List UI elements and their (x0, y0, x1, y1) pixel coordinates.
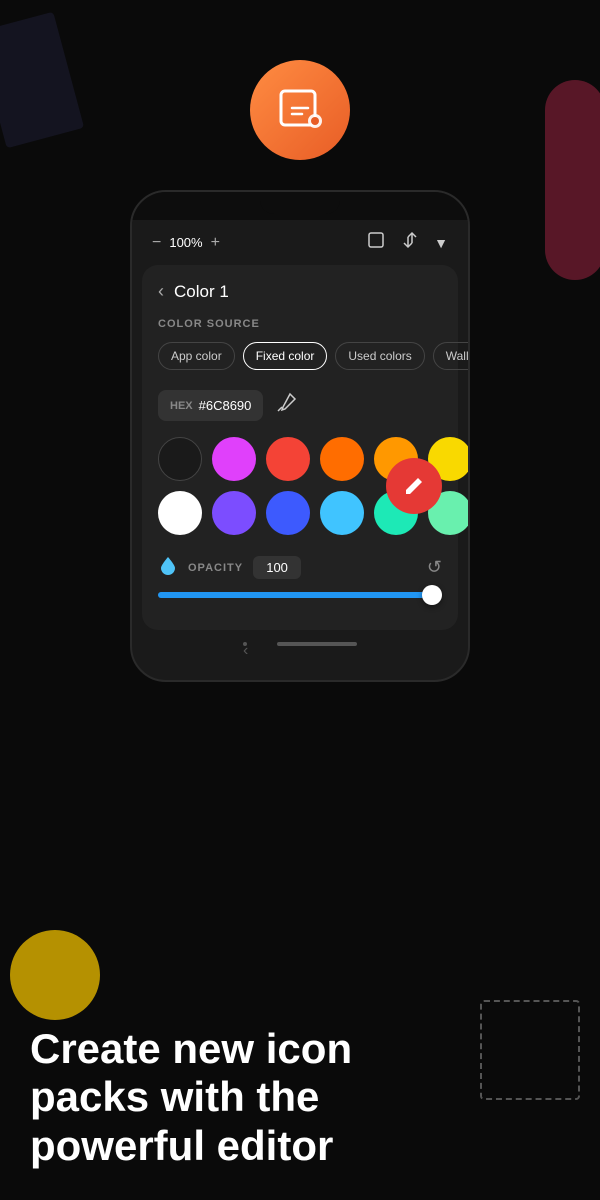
bottom-headline: Create new icon packs with the powerful … (30, 1025, 570, 1170)
headline-line2: packs with the (30, 1073, 319, 1120)
zoom-plus[interactable]: + (211, 234, 220, 252)
color-panel: ‹ Color 1 COLOR SOURCE App color Fixed c… (142, 265, 458, 630)
more-icon[interactable]: ▼ (434, 235, 448, 251)
eyedropper-button[interactable] (275, 392, 297, 419)
phone-notch-area (132, 192, 468, 220)
toolbar: − 100% + ▼ (132, 220, 468, 265)
color-source-tabs: App color Fixed color Used colors Wallpa… (158, 342, 442, 370)
headline-line3: powerful editor (30, 1122, 333, 1169)
swatch-pink[interactable] (212, 437, 256, 481)
swatch-purple[interactable] (212, 491, 256, 535)
phone-bottom-nav: ‹ (132, 630, 468, 650)
nav-home-bar (277, 642, 357, 646)
swatch-red[interactable] (266, 437, 310, 481)
slider-fill (158, 592, 428, 598)
phone-container: − 100% + ▼ (130, 0, 470, 682)
hex-row: HEX #6C8690 (158, 390, 442, 421)
zoom-minus[interactable]: − (152, 234, 161, 252)
toolbar-left: − 100% + (152, 234, 220, 252)
tab-app-color[interactable]: App color (158, 342, 235, 370)
transform-icon[interactable] (400, 230, 420, 255)
crop-icon[interactable] (366, 230, 386, 255)
opacity-icon (158, 555, 178, 580)
swatch-lightblue[interactable] (320, 491, 364, 535)
opacity-row: OPACITY ↺ (158, 555, 442, 580)
color-panel-title: Color 1 (174, 282, 229, 302)
color-source-label: COLOR SOURCE (158, 318, 442, 330)
bottom-text-section: Create new icon packs with the powerful … (30, 1025, 570, 1170)
hex-input-container[interactable]: HEX #6C8690 (158, 390, 263, 421)
hex-label: HEX (170, 400, 193, 412)
headline-line1: Create new icon (30, 1025, 352, 1072)
bg-decoration-bottomleft (10, 930, 100, 1020)
color-panel-header: ‹ Color 1 (158, 281, 442, 302)
opacity-input[interactable] (253, 556, 301, 579)
tab-used-colors[interactable]: Used colors (335, 342, 424, 370)
bg-decoration-topright (545, 80, 600, 280)
swatches-grid (158, 437, 442, 535)
swatch-blue[interactable] (266, 491, 310, 535)
swatch-black[interactable] (158, 437, 202, 481)
hex-value: #6C8690 (199, 398, 252, 413)
tab-fixed-color[interactable]: Fixed color (243, 342, 328, 370)
app-icon[interactable] (250, 60, 350, 160)
slider-thumb[interactable] (422, 585, 442, 605)
phone-body: − 100% + ▼ (130, 190, 470, 682)
bg-decoration-topleft (0, 12, 84, 149)
edit-color-button[interactable] (386, 458, 442, 514)
toolbar-right: ▼ (366, 230, 448, 255)
back-button[interactable]: ‹ (158, 281, 164, 302)
reset-button[interactable]: ↺ (427, 557, 442, 578)
opacity-label: OPACITY (188, 562, 243, 574)
tab-wallpaper[interactable]: Wallpaper (433, 342, 470, 370)
opacity-slider[interactable] (158, 592, 442, 598)
swatch-white[interactable] (158, 491, 202, 535)
swatch-orange[interactable] (320, 437, 364, 481)
pencil-icon (403, 475, 425, 497)
zoom-level: 100% (169, 235, 202, 250)
nav-back-indicator: ‹ (243, 642, 247, 646)
phone-notch (260, 198, 340, 214)
app-icon-svg (273, 83, 328, 138)
